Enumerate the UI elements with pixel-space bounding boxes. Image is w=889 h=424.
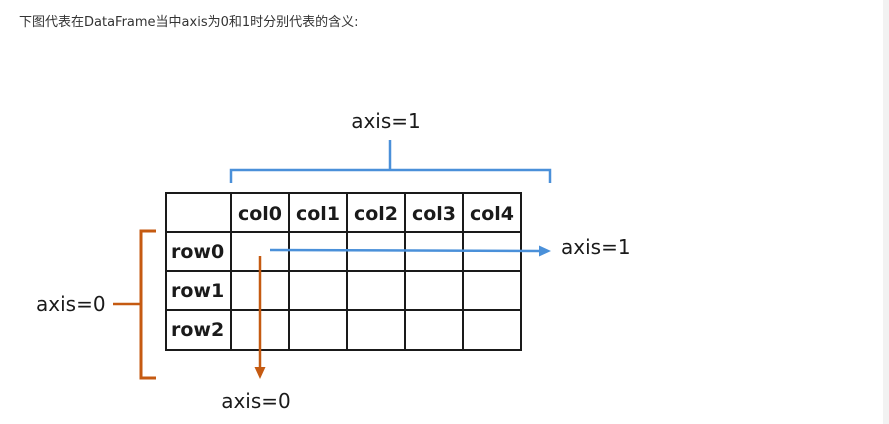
- axis-diagram: axis=1 col0 col1 col2 col3 col4 row0 row…: [36, 109, 631, 413]
- left-brace-label: axis=0: [36, 292, 106, 316]
- axis1-arrowhead: [539, 245, 551, 257]
- row-label: row1: [171, 280, 224, 302]
- right-arrow-label: axis=1: [561, 235, 631, 259]
- down-arrow-label: axis=0: [221, 389, 291, 413]
- row-label: row0: [171, 241, 224, 263]
- top-brace-label: axis=1: [351, 109, 421, 133]
- page: 下图代表在DataFrame当中axis为0和1时分别代表的含义: axis=1…: [0, 0, 889, 424]
- scrollbar[interactable]: [883, 0, 889, 424]
- axis1-arrow: [269, 248, 541, 253]
- top-brace: [229, 140, 552, 183]
- column-header: col1: [296, 203, 340, 225]
- column-header: col0: [238, 203, 282, 225]
- axis0-arrowhead: [254, 367, 266, 379]
- column-header: col2: [354, 203, 398, 225]
- column-header: col4: [470, 203, 514, 225]
- left-bracket: [139, 229, 156, 380]
- row-label: row2: [171, 319, 224, 341]
- column-header: col3: [412, 203, 456, 225]
